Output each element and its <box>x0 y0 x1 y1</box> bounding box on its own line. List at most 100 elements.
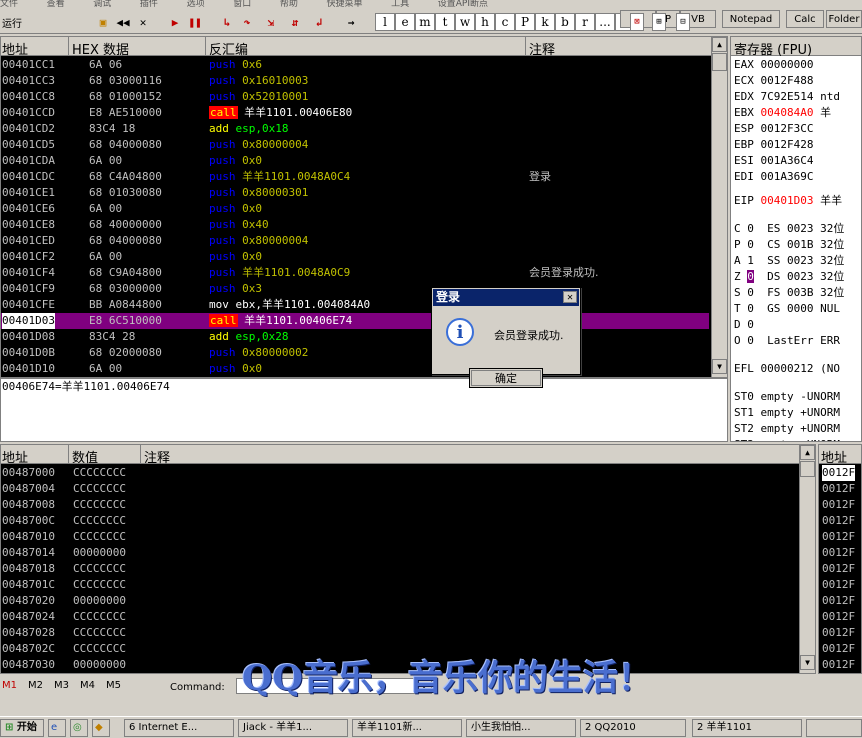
memory-tab[interactable]: M5 <box>106 680 121 691</box>
notepad-button[interactable]: Notepad <box>722 10 780 28</box>
flag-row[interactable]: S 0 FS 003B 32位 <box>734 285 844 301</box>
toolbar-letter-button[interactable]: h <box>475 13 495 31</box>
toolbar-letter-button[interactable]: P <box>515 13 535 31</box>
toolbar-letter-button[interactable]: t <box>435 13 455 31</box>
flag-row[interactable]: O 0 LastErr ERR <box>734 333 840 349</box>
dump-row[interactable]: 0048701C CCCCCCCC <box>1 577 797 593</box>
trace-over-icon[interactable]: ⇵ <box>286 13 304 31</box>
register-row[interactable]: ESP 0012F3CC <box>734 121 813 137</box>
disasm-row[interactable]: 00401CC1 6A 06 push 0x6 <box>1 57 709 73</box>
fpu-row[interactable]: ST3 empty +UNORM <box>734 437 840 441</box>
register-row[interactable]: EIP 00401D03 羊羊 <box>734 193 842 209</box>
taskbar-item-folder[interactable]: 羊羊1101新... <box>352 719 462 737</box>
flag-row[interactable]: A 1 SS 0023 32位 <box>734 253 844 269</box>
menu-item[interactable]: 查看 <box>47 0 65 9</box>
toolbar-letter-button[interactable]: ... <box>595 13 615 31</box>
dump-row[interactable]: 00487000 CCCCCCCC <box>1 465 797 481</box>
stack-address[interactable]: 0012F <box>822 657 855 673</box>
disasm-row[interactable]: 00401CC3 68 03000116 push 0x16010003 <box>1 73 709 89</box>
col-header-address[interactable]: 地址 <box>821 447 847 466</box>
stack-address[interactable]: 0012F <box>822 625 855 641</box>
scroll-up-icon[interactable]: ▲ <box>712 37 727 52</box>
ok-button[interactable]: 确定 <box>469 368 543 388</box>
disasm-row[interactable]: 00401CF2 6A 00 push 0x0 <box>1 249 709 265</box>
scroll-thumb[interactable] <box>800 461 815 477</box>
scroll-down-icon[interactable]: ▼ <box>800 655 815 670</box>
taskbar-item-debugger[interactable]: 2 羊羊1101 <box>692 719 802 737</box>
fpu-row[interactable]: ST0 empty -UNORM <box>734 389 840 405</box>
memory-tab[interactable]: M2 <box>28 680 43 691</box>
dialog-title[interactable]: 登录 <box>433 289 579 306</box>
disasm-row[interactable]: 00401D03 E8 6C510000 call 羊羊1101.00406E74 <box>1 313 709 329</box>
flag-row[interactable]: D 0 <box>734 317 754 333</box>
start-button[interactable]: ⊞ 开始 <box>0 719 44 737</box>
toolbar-letter-button[interactable]: c <box>495 13 515 31</box>
disasm-row[interactable]: 00401CCD E8 AE510000 call 羊羊1101.00406E80 <box>1 105 709 121</box>
dump-scrollbar[interactable]: ▲ ▼ <box>799 445 815 673</box>
toolbar-letter-button[interactable]: k <box>535 13 555 31</box>
stack-address[interactable]: 0012F <box>822 641 855 657</box>
fpu-row[interactable]: ST2 empty +UNORM <box>734 421 840 437</box>
trace-into-icon[interactable]: ⇲ <box>262 13 280 31</box>
registers-title[interactable]: 寄存器 (FPU) <box>734 39 812 58</box>
disasm-row[interactable]: 00401CD2 83C4 18 add esp,0x18 <box>1 121 709 137</box>
step-over-icon[interactable]: ↷ <box>238 13 256 31</box>
menu-item[interactable]: 选项 <box>187 0 205 9</box>
col-header-address[interactable]: 地址 <box>2 447 28 466</box>
open-icon[interactable]: ▣ <box>94 13 112 31</box>
col-header-value[interactable]: 数值 <box>72 447 98 466</box>
stack-address[interactable]: 0012F <box>822 577 855 593</box>
memory-tab[interactable]: M1 <box>2 680 17 691</box>
menu-item[interactable]: 帮助 <box>280 0 298 9</box>
register-row[interactable]: EAX 00000000 <box>734 57 813 73</box>
stack-address[interactable]: 0012F <box>822 513 855 529</box>
disasm-row[interactable]: 00401CFE BB A0844800 mov ebx,羊羊1101.004084… <box>1 297 709 313</box>
disasm-row[interactable]: 00401CF4 68 C9A04800 push 羊羊1101.0048A0C9 会… <box>1 265 709 281</box>
menu-item[interactable]: 设置API断点 <box>438 0 488 9</box>
col-header-comment[interactable]: 注释 <box>144 447 170 466</box>
taskbar-item-qq[interactable]: 2 QQ2010 <box>580 719 686 737</box>
menu-item[interactable]: 插件 <box>140 0 158 9</box>
dump-row[interactable]: 00487008 CCCCCCCC <box>1 497 797 513</box>
dump-row[interactable]: 00487018 CCCCCCCC <box>1 561 797 577</box>
stack-address[interactable]: 0012F <box>822 497 855 513</box>
close-icon[interactable]: ✕ <box>134 13 152 31</box>
col-header-hex[interactable]: HEX 数据 <box>72 39 129 58</box>
memory-tab[interactable]: M3 <box>54 680 69 691</box>
toolbar-letter-button[interactable]: m <box>415 13 435 31</box>
disasm-row[interactable]: 00401CDC 68 C4A04800 push 羊羊1101.0048A0C4 登… <box>1 169 709 185</box>
disasm-row[interactable]: 00401CE6 6A 00 push 0x0 <box>1 201 709 217</box>
dump-row[interactable]: 00487014 00000000 <box>1 545 797 561</box>
close-icon[interactable]: ✕ <box>563 291 577 303</box>
stack-address[interactable]: 0012F <box>822 593 855 609</box>
pause-icon[interactable]: ❚❚ <box>186 13 204 31</box>
disasm-row[interactable]: 00401CDA 6A 00 push 0x0 <box>1 153 709 169</box>
dump-row[interactable]: 00487028 CCCCCCCC <box>1 625 797 641</box>
col-header-comment[interactable]: 注释 <box>529 39 555 58</box>
flag-row[interactable]: Z 0 DS 0023 32位 <box>734 269 844 285</box>
toolbar-extra-icon[interactable]: ⊟ <box>676 13 690 31</box>
menu-item[interactable]: 窗口 <box>233 0 251 9</box>
goto-icon[interactable]: → <box>342 13 360 31</box>
col-header-address[interactable]: 地址 <box>2 39 28 58</box>
toolbar-letter-button[interactable]: r <box>575 13 595 31</box>
register-row[interactable]: EDX 7C92E514 ntd <box>734 89 840 105</box>
stack-address[interactable]: 0012F <box>822 529 855 545</box>
eflags-row[interactable]: EFL 00000212 (NO <box>734 361 840 377</box>
stack-address[interactable]: 0012F <box>822 481 855 497</box>
fpu-row[interactable]: ST1 empty +UNORM <box>734 405 840 421</box>
scroll-thumb[interactable] <box>712 53 727 71</box>
dump-row[interactable]: 00487020 00000000 <box>1 593 797 609</box>
menu-item[interactable]: 工具 <box>391 0 409 9</box>
step-into-icon[interactable]: ↳ <box>218 13 236 31</box>
disasm-row[interactable]: 00401CD5 68 04000080 push 0x80000004 <box>1 137 709 153</box>
disasm-row[interactable]: 00401D0B 68 02000080 push 0x80000002 <box>1 345 709 361</box>
disasm-row[interactable]: 00401CED 68 04000080 push 0x80000004 <box>1 233 709 249</box>
scroll-down-icon[interactable]: ▼ <box>712 359 727 374</box>
disasm-row[interactable]: 00401CC8 68 01000152 push 0x52010001 <box>1 89 709 105</box>
toolbar-extra-icon[interactable]: ⊠ <box>630 13 644 31</box>
play-icon[interactable]: ▶ <box>166 13 184 31</box>
menu-item[interactable]: 文件 <box>0 0 18 9</box>
toolbar-letter-button[interactable]: b <box>555 13 575 31</box>
calc-button[interactable]: Calc <box>786 10 824 28</box>
